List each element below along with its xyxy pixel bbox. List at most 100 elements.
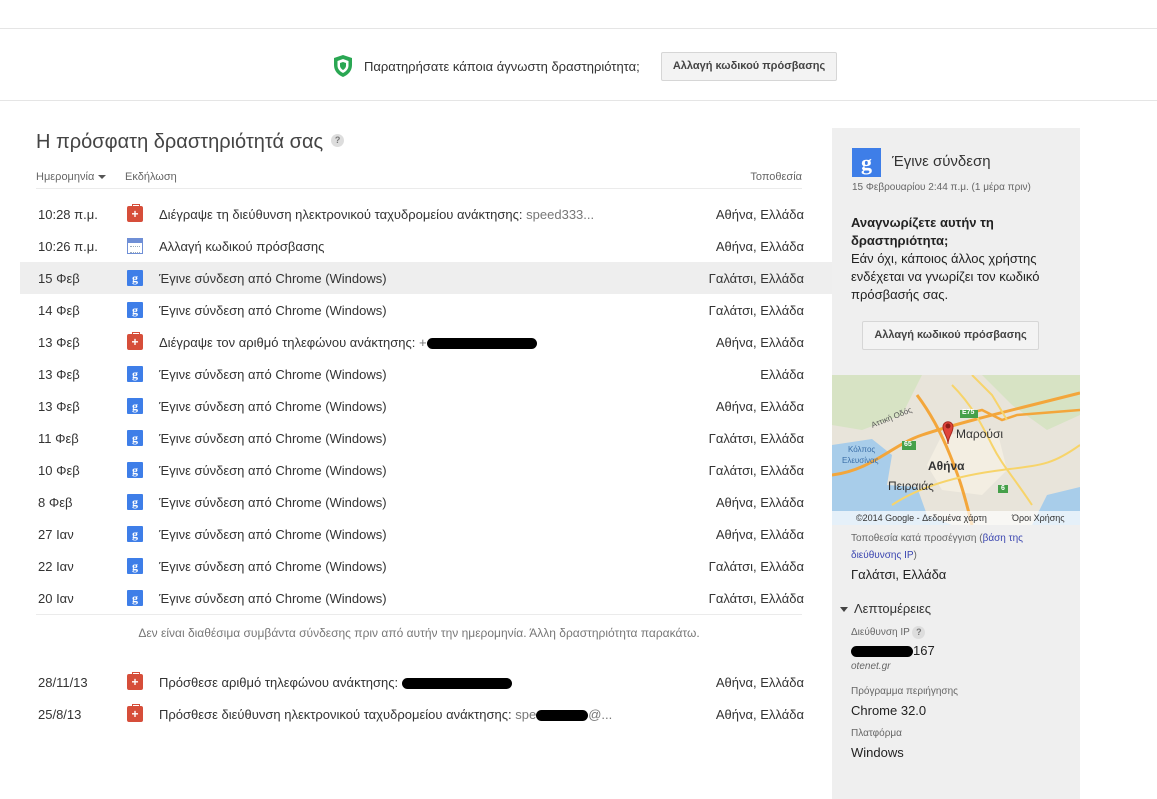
map-label-elefsinas: Ελευσίνας (842, 456, 879, 465)
google-icon: g (127, 558, 143, 574)
sort-by-date-header[interactable]: Ημερομηνία (36, 171, 106, 183)
panel-time: 15 Φεβρουαρίου 2:44 π.μ. (1 μέρα πριν) (852, 182, 1031, 193)
row-event: Έγινε σύνδεση από Chrome (Windows) (159, 399, 387, 414)
table-row[interactable]: 15 Φεβ g Έγινε σύνδεση από Chrome (Windows… (20, 262, 832, 294)
google-icon: g (127, 398, 143, 414)
help-icon[interactable]: ? (331, 134, 345, 148)
security-kit-icon (127, 204, 143, 222)
table-row[interactable]: 28/11/13 Πρόσθεσε αριθμό τηλεφώνου ανάκτη… (20, 666, 832, 698)
row-date: 13 Φεβ (38, 399, 80, 414)
map-label-kolpos: Κόλπος (848, 445, 876, 454)
row-event-detail: speed333... (526, 207, 595, 222)
panel-change-password-button[interactable]: Αλλαγή κωδικού πρόσβασης (862, 321, 1039, 350)
google-icon: g (127, 270, 143, 286)
details-toggle[interactable]: Λεπτομέρειες (840, 601, 931, 616)
no-earlier-events-note: Δεν είναι διαθέσιμα συμβάντα σύνδεσης πρ… (36, 614, 802, 641)
row-location: Αθήνα, Ελλάδα (715, 335, 804, 350)
google-icon: g (127, 526, 143, 542)
google-icon: g (127, 366, 143, 382)
security-kit-icon (127, 704, 143, 722)
map-label-piraeus: Πειραιάς (888, 479, 934, 493)
shield-icon (334, 55, 352, 77)
table-row[interactable]: 14 Φεβ g Έγινε σύνδεση από Chrome (Windows… (20, 294, 832, 326)
map-label-e75: E75 (962, 409, 975, 416)
row-event-text: Έγινε σύνδεση από Chrome (Windows) (159, 399, 387, 414)
row-date: 14 Φεβ (38, 303, 80, 318)
redaction-mark (536, 710, 589, 722)
table-row[interactable]: 13 Φεβ Διέγραψε τον αριθμό τηλεφώνου ανάκ… (20, 326, 832, 358)
table-row[interactable]: 10:28 π.μ. Διέγραψε τη διεύθυνση ηλεκτρον… (20, 198, 832, 230)
page-title: Η πρόσφατη δραστηριότητά σας? (36, 131, 345, 154)
row-location: Γαλάτσι, Ελλάδα (708, 303, 804, 318)
approx-suffix: ) (913, 550, 917, 561)
google-icon: g (127, 302, 143, 318)
row-date: 22 Ιαν (38, 559, 74, 574)
security-kit-icon (127, 672, 143, 690)
table-row[interactable]: 11 Φεβ g Έγινε σύνδεση από Chrome (Windows… (20, 422, 832, 454)
row-date: 13 Φεβ (38, 335, 80, 350)
table-row[interactable]: 10:26 π.μ. Αλλαγή κωδικού πρόσβασης Αθήνα,… (20, 230, 832, 262)
row-event-text: Έγινε σύνδεση από Chrome (Windows) (159, 431, 387, 446)
row-event: Έγινε σύνδεση από Chrome (Windows) (159, 559, 387, 574)
row-location: Γαλάτσι, Ελλάδα (708, 559, 804, 574)
row-event: Έγινε σύνδεση από Chrome (Windows) (159, 591, 387, 606)
map-label-marousi: Μαρούσι (956, 427, 1004, 441)
panel-title: Έγινε σύνδεση (892, 153, 991, 170)
row-event-text: Έγινε σύνδεση από Chrome (Windows) (159, 271, 387, 286)
row-location: Αθήνα, Ελλάδα (715, 399, 804, 414)
platform-value: Windows (851, 745, 904, 760)
row-date: 25/8/13 (38, 707, 82, 722)
table-row[interactable]: 25/8/13 Πρόσθεσε διεύθυνση ηλεκτρονικού τ… (20, 698, 832, 730)
table-row[interactable]: 10 Φεβ g Έγινε σύνδεση από Chrome (Windows… (20, 454, 832, 486)
row-event-text: Αλλαγή κωδικού πρόσβασης (159, 239, 325, 254)
ip-help-icon[interactable]: ? (912, 626, 926, 639)
map-terms-link[interactable]: Όροι Χρήσης (1012, 513, 1065, 523)
table-row[interactable]: 13 Φεβ g Έγινε σύνδεση από Chrome (Windows… (20, 358, 832, 390)
ip-label: Διεύθυνση IP ? (851, 626, 926, 639)
row-location: Αθήνα, Ελλάδα (715, 707, 804, 722)
google-icon: g (127, 430, 143, 446)
calendar-icon (127, 238, 143, 254)
row-location: Αθήνα, Ελλάδα (715, 207, 804, 222)
row-event: Έγινε σύνδεση από Chrome (Windows) (159, 431, 387, 446)
row-event-text: Πρόσθεσε διεύθυνση ηλεκτρονικού ταχυδρομ… (159, 707, 512, 722)
security-kit-icon (127, 332, 143, 350)
location-map[interactable]: E75 65 6 Αττική Οδός Μαρούσι Αθήνα Πειρα… (832, 375, 1080, 525)
ip-label-text: Διεύθυνση IP (851, 627, 910, 639)
redaction-mark (402, 678, 513, 690)
ip-suffix: 167 (913, 643, 935, 658)
row-date: 13 Φεβ (38, 367, 80, 382)
row-date: 10:26 π.μ. (38, 239, 98, 254)
row-event: Έγινε σύνδεση από Chrome (Windows) (159, 303, 387, 318)
row-event: Έγινε σύνδεση από Chrome (Windows) (159, 527, 387, 542)
row-event-detail: + (418, 335, 427, 350)
table-row[interactable]: 22 Ιαν g Έγινε σύνδεση από Chrome (Windows… (20, 550, 832, 582)
row-date: 10:28 π.μ. (38, 207, 98, 222)
table-row[interactable]: 13 Φεβ g Έγινε σύνδεση από Chrome (Windows… (20, 390, 832, 422)
row-event-text: Πρόσθεσε αριθμό τηλεφώνου ανάκτησης: (159, 675, 399, 690)
top-strip (0, 0, 1157, 29)
browser-label: Πρόγραμμα περιήγησης (851, 686, 958, 697)
row-location: Γαλάτσι, Ελλάδα (708, 431, 804, 446)
map-attribution: ©2014 Google - Δεδομένα χάρτη Όροι Χρήση… (832, 511, 1080, 525)
map-label-65: 65 (904, 441, 912, 448)
approx-location-note: Τοποθεσία κατά προσέγγιση (βάση της διεύ… (851, 530, 1071, 564)
table-row[interactable]: 8 Φεβ g Έγινε σύνδεση από Chrome (Windows)… (20, 486, 832, 518)
recognize-question: Αναγνωρίζετε αυτήν τη δραστηριότητα; Εάν… (851, 214, 1063, 304)
platform-label: Πλατφόρμα (851, 728, 902, 739)
row-event-text: Έγινε σύνδεση από Chrome (Windows) (159, 527, 387, 542)
location-header: Τοποθεσία (750, 171, 802, 183)
row-location: Γαλάτσι, Ελλάδα (708, 271, 804, 286)
row-location: Ελλάδα (760, 367, 804, 382)
row-date: 11 Φεβ (38, 431, 79, 446)
google-icon: g (127, 590, 143, 606)
change-password-button[interactable]: Αλλαγή κωδικού πρόσβασης (661, 52, 837, 81)
row-event-detail-tail: @... (588, 707, 613, 722)
row-date: 28/11/13 (38, 675, 88, 690)
alert-banner: Παρατηρήσατε κάποια άγνωστη δραστηριότητ… (0, 30, 1157, 101)
row-event: Αλλαγή κωδικού πρόσβασης (159, 239, 324, 254)
row-event-text: Διέγραψε τον αριθμό τηλεφώνου ανάκτησης: (159, 335, 416, 350)
map-label-athens: Αθήνα (928, 459, 965, 473)
table-row[interactable]: 27 Ιαν g Έγινε σύνδεση από Chrome (Windows… (20, 518, 832, 550)
table-row[interactable]: 20 Ιαν g Έγινε σύνδεση από Chrome (Windows… (20, 582, 832, 614)
